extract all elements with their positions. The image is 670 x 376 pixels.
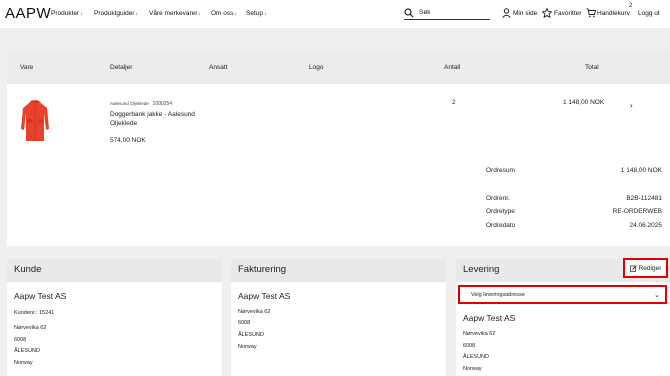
customer-name: Aapw Test AS	[14, 291, 67, 301]
column-header-total: Total	[585, 64, 599, 71]
nav-produkter[interactable]: Produkter↓	[51, 10, 83, 17]
edit-button-label: Rediger	[638, 264, 662, 272]
delivery-country: Norway	[463, 366, 482, 372]
order-panel	[7, 84, 670, 246]
search-placeholder: Søk	[419, 9, 431, 16]
edit-icon	[629, 264, 637, 272]
star-icon[interactable]	[542, 8, 552, 18]
nav-produktguider[interactable]: Produktguider↓	[94, 10, 138, 17]
chevron-down-icon: ↓	[135, 11, 138, 17]
customer-zip: 6008	[14, 337, 27, 343]
nav-merkevarer[interactable]: Våre merkevarer↓	[149, 10, 201, 17]
nav-label: Om oss	[211, 10, 234, 17]
customer-city: ÅLESUND	[14, 348, 40, 354]
favorites-link[interactable]: Favoritter	[554, 10, 581, 17]
order-date-value: 24.06.2025	[629, 222, 662, 229]
chevron-right-icon[interactable]: ›	[630, 101, 633, 110]
product-brand: Aalesund Oljeklede 1000254	[110, 101, 172, 107]
customer-street: Nørvevika 62	[14, 325, 47, 331]
delivery-address-select[interactable]: Velg leveringsadresse ⌄	[458, 285, 667, 304]
delivery-card-title: Levering	[463, 264, 500, 275]
order-number-label: Ordrenr.	[486, 195, 510, 202]
product-sku: 1000254	[152, 101, 173, 107]
chevron-down-icon: ↓	[198, 11, 201, 17]
chevron-down-icon: ↓	[264, 11, 267, 17]
cart-link[interactable]: Handlekurv	[597, 10, 630, 17]
chevron-down-icon: ↓	[80, 11, 83, 17]
nav-label: Produktguider	[94, 10, 135, 17]
delivery-street: Nørvevika 62	[463, 331, 496, 337]
nav-setup[interactable]: Setup↓	[246, 10, 267, 17]
order-number-value: B2B-112481	[626, 195, 662, 202]
search-icon	[404, 8, 414, 18]
nav-label: Setup	[246, 10, 263, 17]
nav-label: Våre merkevarer	[149, 10, 198, 17]
product-unit-price: 574,00 NOK	[110, 137, 146, 144]
delivery-city: ÅLESUND	[463, 354, 489, 360]
billing-card-title: Fakturering	[238, 264, 287, 275]
column-header-logo: Logo	[309, 64, 324, 71]
product-line-total: 1 148,00 NOK	[563, 99, 605, 106]
order-type-label: Ordretype	[486, 208, 515, 215]
billing-name: Aapw Test AS	[238, 291, 291, 301]
logout-link[interactable]: Logg ut	[638, 10, 660, 17]
billing-city: ÅLESUND	[238, 332, 264, 338]
order-sum-label: Ordresum	[486, 167, 515, 174]
billing-country: Norway	[238, 344, 257, 350]
site-logo[interactable]: AAPW	[5, 5, 51, 22]
nav-label: Produkter	[51, 10, 80, 17]
edit-delivery-button[interactable]: Rediger	[623, 258, 668, 278]
brand-name: Aalesund Oljeklede	[110, 101, 149, 106]
nav-om-oss[interactable]: Om oss↓	[211, 10, 237, 17]
delivery-name: Aapw Test AS	[463, 313, 516, 323]
product-quantity: 2	[452, 99, 456, 106]
column-header-item: Vare	[20, 64, 34, 71]
customer-card-title: Kunde	[14, 264, 42, 275]
user-icon[interactable]	[502, 8, 511, 18]
billing-street: Nørvevika 62	[238, 309, 271, 315]
chevron-down-icon: ⌄	[654, 292, 660, 299]
order-date-label: Ordredato	[486, 222, 516, 229]
order-type-value: RE-ORDERWEB	[612, 208, 662, 215]
billing-zip: 6008	[238, 320, 251, 326]
search-input[interactable]: Søk	[404, 7, 490, 20]
column-header-details: Detaljer	[110, 64, 133, 71]
order-table-header	[7, 51, 670, 84]
product-image-jacket[interactable]	[20, 99, 50, 143]
column-header-employee: Ansatt	[209, 64, 228, 71]
cart-count-badge: 2	[629, 3, 633, 9]
customer-number: Kundenr.: 15241	[14, 310, 55, 316]
delivery-zip: 6008	[463, 343, 476, 349]
order-sum-value: 1 148,00 NOK	[620, 167, 662, 174]
column-header-quantity: Antall	[444, 64, 461, 71]
cart-icon[interactable]	[586, 8, 596, 18]
chevron-down-icon: ↓	[234, 11, 237, 17]
product-name[interactable]: Doggerbank jakke - Aalesund Oljeklede	[110, 110, 210, 128]
customer-country: Norway	[14, 360, 33, 366]
my-page-link[interactable]: Min side	[513, 10, 537, 17]
select-placeholder: Velg leveringsadresse	[471, 292, 525, 298]
